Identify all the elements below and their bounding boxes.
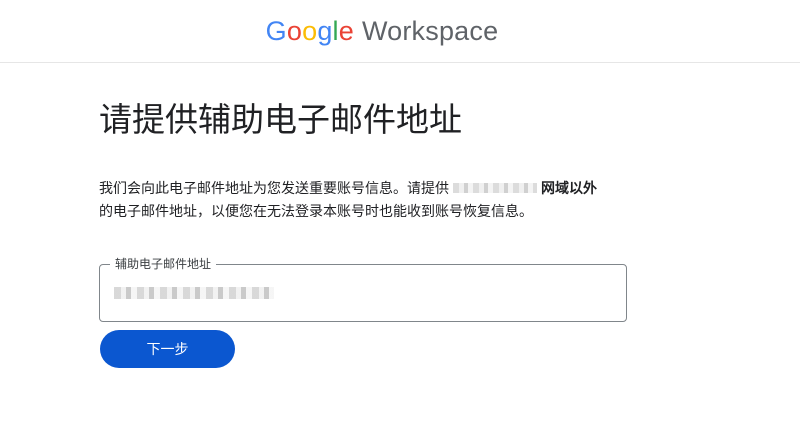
next-button[interactable]: 下一步: [100, 330, 235, 368]
logo-letter-g1: G: [265, 15, 287, 46]
logo-letter-g2: g: [317, 15, 333, 46]
page: Google Workspace 请提供辅助电子邮件地址 我们会向此电子邮件地址…: [0, 0, 800, 422]
description-part2: 的电子邮件地址，以便您在无法登录本账号时也能收到账号恢复信息。: [99, 204, 533, 220]
description-part1: 我们会向此电子邮件地址为您发送重要账号信息。请提供: [99, 181, 449, 197]
google-workspace-logo: Google Workspace: [266, 16, 499, 47]
description-domain-bold: 网域以外: [541, 181, 597, 197]
logo-letter-o2: o: [302, 15, 318, 46]
page-title: 请提供辅助电子邮件地址: [99, 100, 462, 139]
redacted-domain: [453, 183, 537, 193]
logo-product-name: Workspace: [361, 15, 499, 46]
recovery-email-input[interactable]: [100, 265, 626, 321]
description-text: 我们会向此电子邮件地址为您发送重要账号信息。请提供 网域以外 的电子邮件地址，以便…: [99, 178, 659, 224]
recovery-email-field[interactable]: 辅助电子邮件地址: [99, 256, 627, 322]
logo-letter-o1: o: [286, 15, 303, 46]
header: Google Workspace: [0, 0, 800, 63]
logo-letter-e: e: [338, 15, 354, 46]
